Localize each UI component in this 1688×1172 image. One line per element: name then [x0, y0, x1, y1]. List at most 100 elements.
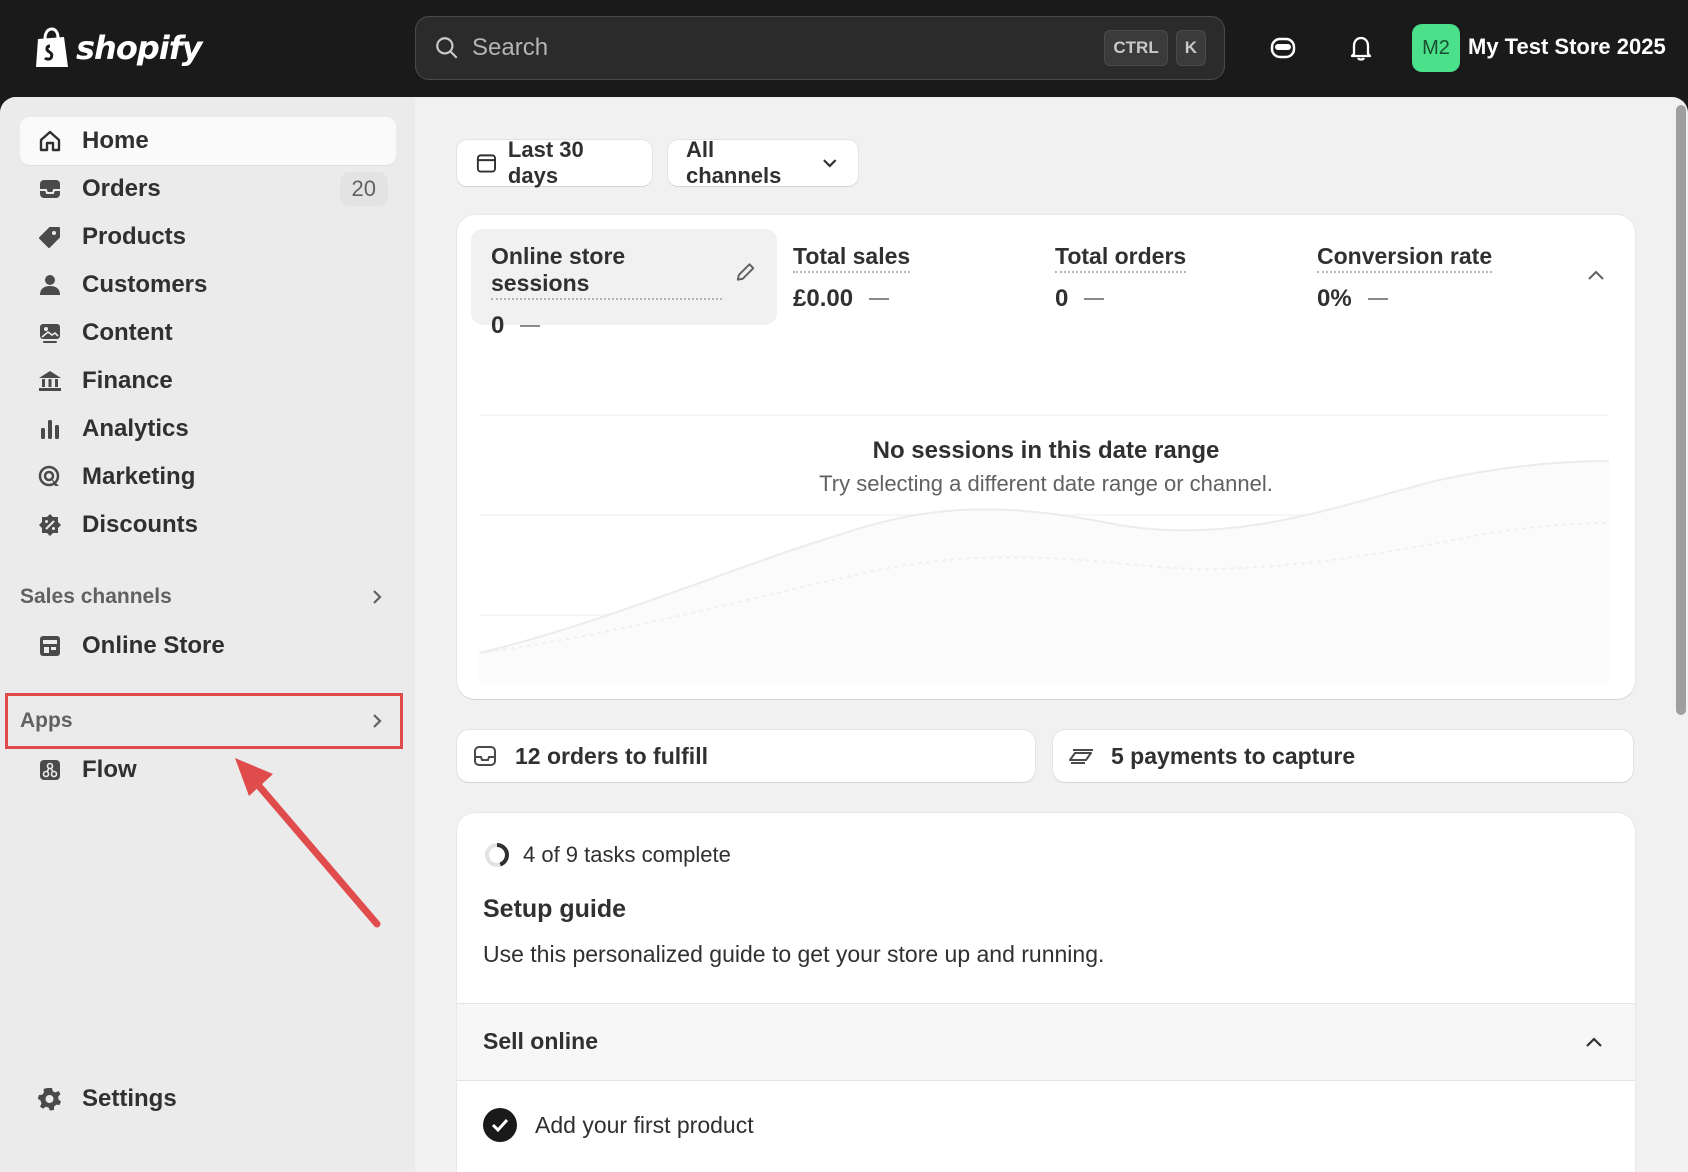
- empty-state-title: No sessions in this date range: [872, 437, 1220, 464]
- sidebar-item-label: Online Store: [82, 632, 225, 659]
- task-label: Add your first product: [535, 1112, 754, 1138]
- setup-progress: 4 of 9 tasks complete: [483, 841, 731, 869]
- scrollbar[interactable]: [1676, 105, 1686, 715]
- top-bar: shopify Search CTRL K M2 My Test Store 2…: [0, 0, 1688, 97]
- search-bar[interactable]: Search CTRL K: [415, 16, 1225, 80]
- search-placeholder: Search: [472, 34, 549, 61]
- metric-value: 0: [1055, 285, 1069, 312]
- metric-title: Conversion rate: [1317, 243, 1493, 273]
- payments-to-capture-label: 5 payments to capture: [1111, 742, 1356, 769]
- notifications-button[interactable]: [1343, 30, 1379, 66]
- inbox-icon: [36, 175, 64, 203]
- sidebar: Home Orders 20 Products Customers Conten…: [0, 97, 415, 1172]
- sales-channels-section[interactable]: Sales channels: [20, 577, 396, 617]
- avatar[interactable]: M2: [1412, 24, 1460, 72]
- empty-state-subtitle: Try selecting a different date range or …: [819, 471, 1273, 496]
- bank-icon: [36, 367, 64, 395]
- date-range-button[interactable]: Last 30 days: [457, 137, 652, 188]
- progress-ring-icon: [485, 843, 509, 867]
- sidebar-item-label: Customers: [82, 271, 208, 298]
- sidebar-item-settings[interactable]: Settings: [20, 1075, 396, 1123]
- trend-dash: [869, 298, 890, 300]
- metric-title: Total orders: [1055, 243, 1187, 273]
- setup-guide-title: Setup guide: [483, 895, 627, 923]
- sidebar-item-customers[interactable]: Customers: [20, 261, 396, 309]
- chevron-down-icon: [823, 159, 837, 168]
- sidebar-item-products[interactable]: Products: [20, 213, 396, 261]
- shopping-bag-icon: [36, 27, 68, 67]
- sidebar-item-label: Content: [82, 319, 173, 346]
- bar-chart-icon: [36, 415, 64, 443]
- sidebar-item-online-store[interactable]: Online Store: [20, 622, 396, 670]
- metric-online-store-sessions[interactable]: Online store sessions 0: [471, 229, 777, 339]
- date-range-label: Last 30 days: [507, 137, 584, 188]
- sidebar-item-label: Analytics: [82, 415, 189, 442]
- sidebar-item-finance[interactable]: Finance: [20, 357, 396, 405]
- flow-icon: [36, 756, 64, 784]
- inbox-icon: [474, 746, 496, 766]
- sidebar-item-label: Products: [82, 223, 187, 250]
- main-content: Last 30 days All channels Online store s…: [415, 97, 1688, 1172]
- trend-dash: [520, 325, 541, 327]
- sidebar-item-label: Finance: [82, 367, 173, 394]
- person-icon: [36, 271, 64, 299]
- apps-highlight-box: [5, 693, 403, 749]
- sell-online-label: Sell online: [483, 1028, 599, 1054]
- payments-to-capture-button[interactable]: 5 payments to capture: [1053, 730, 1633, 782]
- sidebar-item-label: Discounts: [82, 511, 199, 538]
- bell-icon: [1350, 36, 1372, 61]
- pencil-icon[interactable]: [734, 260, 757, 284]
- collapse-chevron-up-icon[interactable]: [1585, 265, 1607, 287]
- orders-to-fulfill-button[interactable]: 12 orders to fulfill: [457, 730, 1035, 782]
- metric-value: 0: [491, 312, 505, 339]
- orders-to-fulfill-label: 12 orders to fulfill: [515, 742, 708, 769]
- shortcut-ctrl-key: CTRL: [1104, 30, 1168, 66]
- target-icon: [36, 463, 64, 491]
- admin-panel: Home Orders 20 Products Customers Conten…: [0, 97, 1688, 1172]
- sidebar-item-content[interactable]: Content: [20, 309, 396, 357]
- metric-total-sales[interactable]: Total sales £0.00: [773, 229, 1013, 325]
- metric-title: Online store sessions: [491, 243, 722, 300]
- sidebar-item-label: Settings: [82, 1085, 177, 1112]
- metric-value: 0%: [1317, 285, 1352, 312]
- trend-dash: [1367, 298, 1388, 300]
- sell-online-section[interactable]: Sell online: [457, 1003, 1635, 1081]
- discount-icon: [36, 511, 64, 539]
- metric-value: £0.00: [793, 285, 854, 312]
- trend-dash: [1084, 298, 1105, 300]
- sidebar-item-label: Orders: [82, 175, 161, 202]
- sidekick-button[interactable]: [1265, 30, 1301, 66]
- brand-name: shopify: [76, 29, 202, 67]
- sales-channels-heading: Sales channels: [20, 585, 172, 608]
- sidebar-item-discounts[interactable]: Discounts: [20, 501, 396, 549]
- image-icon: [36, 319, 64, 347]
- sidebar-item-marketing[interactable]: Marketing: [20, 453, 396, 501]
- store-name[interactable]: My Test Store 2025: [1468, 34, 1666, 60]
- sidebar-item-analytics[interactable]: Analytics: [20, 405, 396, 453]
- metrics-card: Online store sessions 0 Total sales £0.0…: [457, 215, 1635, 699]
- setup-guide-card: 4 of 9 tasks complete Setup guide Use th…: [457, 813, 1635, 1172]
- sidebar-item-label: Home: [82, 127, 149, 154]
- sidebar-item-orders[interactable]: Orders 20: [20, 165, 396, 213]
- chevron-right-icon: [373, 590, 382, 604]
- channels-dropdown[interactable]: All channels: [668, 137, 858, 188]
- checkmark-circle-icon[interactable]: [483, 1108, 517, 1142]
- sidebar-item-label: Flow: [82, 756, 137, 783]
- metric-total-orders[interactable]: Total orders 0: [1035, 229, 1275, 325]
- sidekick-icon: [1270, 37, 1296, 59]
- search-icon: [436, 37, 458, 59]
- metric-title: Total sales: [793, 243, 911, 273]
- sidebar-item-home[interactable]: Home: [20, 117, 396, 165]
- metric-conversion-rate[interactable]: Conversion rate 0%: [1297, 229, 1537, 325]
- sidebar-item-label: Marketing: [82, 463, 196, 490]
- home-icon: [36, 127, 64, 155]
- tag-icon: [36, 223, 64, 251]
- setup-guide-description: Use this personalized guide to get your …: [483, 941, 1105, 967]
- channels-label: All channels: [686, 137, 782, 188]
- storefront-icon: [36, 632, 64, 660]
- shopify-logo[interactable]: shopify: [34, 26, 202, 70]
- shortcut-k-key: K: [1175, 30, 1206, 66]
- task-add-first-product[interactable]: Add your first product: [457, 1088, 1635, 1166]
- tasks-complete-label: 4 of 9 tasks complete: [523, 842, 731, 867]
- orders-count-badge: 20: [339, 172, 388, 206]
